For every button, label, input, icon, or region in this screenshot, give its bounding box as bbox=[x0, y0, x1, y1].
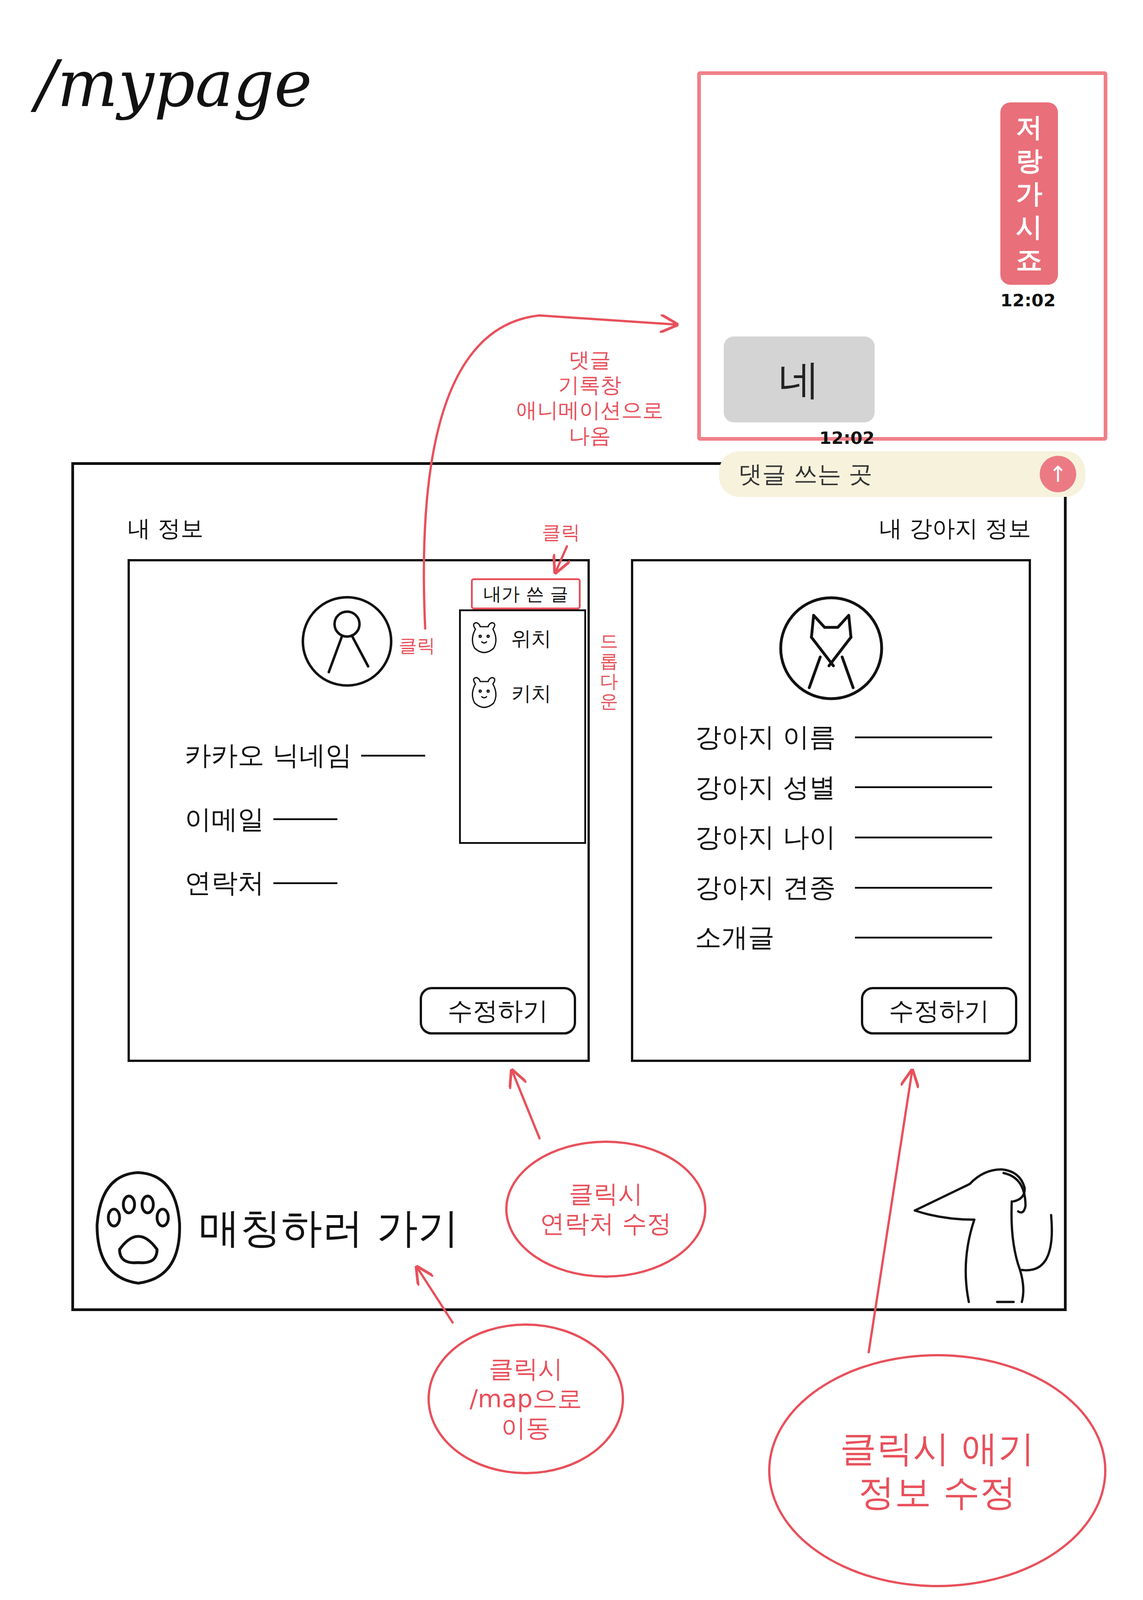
dog-avatar-icon bbox=[776, 593, 887, 704]
field-value-line bbox=[854, 786, 993, 789]
field-value-line bbox=[854, 936, 993, 939]
annotation-line: /map으로 bbox=[469, 1384, 583, 1415]
posts-click-arrow bbox=[555, 546, 567, 573]
annotation-note: 드롭다운 bbox=[599, 630, 619, 712]
field-value-line bbox=[854, 886, 993, 889]
annotation-line: 드롭다운 bbox=[599, 630, 619, 712]
field-value-line bbox=[854, 836, 993, 839]
annotation-line: 나옴 bbox=[512, 423, 668, 449]
post-item[interactable]: 위치 bbox=[468, 620, 577, 657]
dog-info-column: 내 강아지 정보강아지 이름강아지 성별강아지 나이강아지 견종소개글수정하기 bbox=[630, 512, 1031, 1063]
info-field: 강아지 나이 bbox=[694, 821, 1018, 854]
info-field: 강아지 견종 bbox=[694, 871, 1018, 904]
annotation-note: 클릭시/map으로이동 bbox=[427, 1323, 625, 1475]
field-label: 강아지 성별 bbox=[694, 771, 846, 804]
field-label: 카카오 닉네임 bbox=[184, 739, 353, 772]
my-info-heading: 내 정보 bbox=[127, 512, 590, 545]
annotation-line: 애니메이션으로 bbox=[512, 397, 668, 423]
post-author: 키치 bbox=[511, 678, 552, 709]
chat-message: 네12:02 bbox=[723, 336, 875, 452]
field-value-line bbox=[361, 754, 426, 757]
dog-info-fields: 강아지 이름강아지 성별강아지 나이강아지 견종소개글 bbox=[694, 721, 1018, 954]
annotation-line: 클릭 bbox=[541, 521, 581, 545]
comment-input[interactable] bbox=[737, 455, 1031, 493]
annotation-note: 클릭 bbox=[541, 521, 581, 545]
field-label: 연락처 bbox=[184, 867, 265, 900]
annotation-note: 댓글기록창애니메이션으로나옴 bbox=[512, 347, 668, 449]
sitting-dog-icon bbox=[905, 1151, 1062, 1305]
message-time: 12:02 bbox=[1000, 287, 1056, 314]
field-label: 이메일 bbox=[184, 803, 265, 836]
edit-dog-button[interactable]: 수정하기 bbox=[860, 987, 1018, 1035]
info-field: 강아지 이름 bbox=[694, 721, 1018, 754]
annotation-line: 정보 수정 bbox=[858, 1470, 1016, 1515]
dog-face-icon bbox=[468, 675, 501, 712]
annotation-line: 연락처 수정 bbox=[539, 1209, 672, 1240]
my-posts-dropdown: 내가 쓴 글위치키치 bbox=[459, 578, 587, 844]
info-field: 소개글 bbox=[694, 921, 1018, 954]
my-posts-button[interactable]: 내가 쓴 글 bbox=[470, 578, 581, 610]
field-value-line bbox=[854, 736, 993, 739]
annotation-line: 클릭시 bbox=[568, 1179, 643, 1210]
my-info-column: 내 정보카카오 닉네임이메일연락처수정하기 내가 쓴 글위치키치 bbox=[127, 512, 590, 1063]
dog-face-icon bbox=[468, 620, 501, 657]
send-button[interactable]: ↑ bbox=[1039, 455, 1077, 493]
edit-contact-arrow bbox=[512, 1070, 540, 1139]
dog-info-card: 강아지 이름강아지 성별강아지 나이강아지 견종소개글수정하기 bbox=[630, 559, 1031, 1063]
message-bubble: 저랑 가시죠 bbox=[1000, 102, 1058, 285]
matching-link[interactable]: 매칭하러 가기 bbox=[91, 1166, 460, 1290]
annotation-note: 클릭 bbox=[398, 634, 436, 657]
annotation-note: 클릭시 애기정보 수정 bbox=[768, 1354, 1107, 1588]
field-label: 강아지 나이 bbox=[694, 821, 846, 854]
post-item[interactable]: 키치 bbox=[468, 675, 577, 712]
info-field: 연락처 bbox=[184, 867, 577, 900]
edit-contact-button[interactable]: 수정하기 bbox=[419, 987, 577, 1035]
my-posts-list: 위치키치 bbox=[459, 609, 587, 844]
my-info-card: 카카오 닉네임이메일연락처수정하기 내가 쓴 글위치키치 bbox=[127, 559, 590, 1063]
comment-input-bar: ↑ bbox=[719, 451, 1086, 497]
comment-panel: 저랑 가시죠12:02네12:02↑ bbox=[697, 71, 1108, 441]
annotation-line: 클릭시 애기 bbox=[839, 1426, 1035, 1471]
message-time: 12:02 bbox=[819, 425, 875, 452]
dog-info-heading: 내 강아지 정보 bbox=[630, 512, 1031, 545]
page-title: /mypage bbox=[35, 45, 313, 123]
annotation-line: 댓글 bbox=[512, 347, 668, 373]
annotation-line: 클릭 bbox=[398, 634, 436, 657]
chat-arrow bbox=[423, 315, 677, 629]
matching-label: 매칭하러 가기 bbox=[198, 1203, 460, 1253]
person-avatar-icon bbox=[299, 593, 396, 690]
field-value-line bbox=[273, 882, 338, 885]
map-arrow bbox=[416, 1267, 453, 1323]
chat-message: 저랑 가시죠12:02 bbox=[1000, 102, 1058, 314]
field-value-line bbox=[273, 818, 338, 821]
message-bubble: 네 bbox=[723, 336, 875, 423]
canvas: /mypage 저랑 가시죠12:02네12:02↑ 내 정보카카오 닉네임이메… bbox=[0, 0, 1143, 1600]
info-cards: 내 정보카카오 닉네임이메일연락처수정하기 내가 쓴 글위치키치 내 강아지 정보… bbox=[74, 464, 1064, 1063]
annotation-line: 이동 bbox=[501, 1413, 551, 1444]
annotation-arrows bbox=[0, 0, 1143, 1600]
annotation-line: 기록창 bbox=[512, 372, 668, 398]
paw-icon bbox=[91, 1166, 186, 1290]
field-label: 강아지 견종 bbox=[694, 871, 846, 904]
info-field: 강아지 성별 bbox=[694, 771, 1018, 804]
annotation-note: 클릭시연락처 수정 bbox=[505, 1140, 707, 1278]
post-author: 위치 bbox=[511, 623, 552, 654]
edit-dog-arrow bbox=[868, 1070, 913, 1353]
annotation-line: 클릭시 bbox=[488, 1354, 563, 1385]
field-label: 소개글 bbox=[694, 921, 846, 954]
field-label: 강아지 이름 bbox=[694, 721, 846, 754]
